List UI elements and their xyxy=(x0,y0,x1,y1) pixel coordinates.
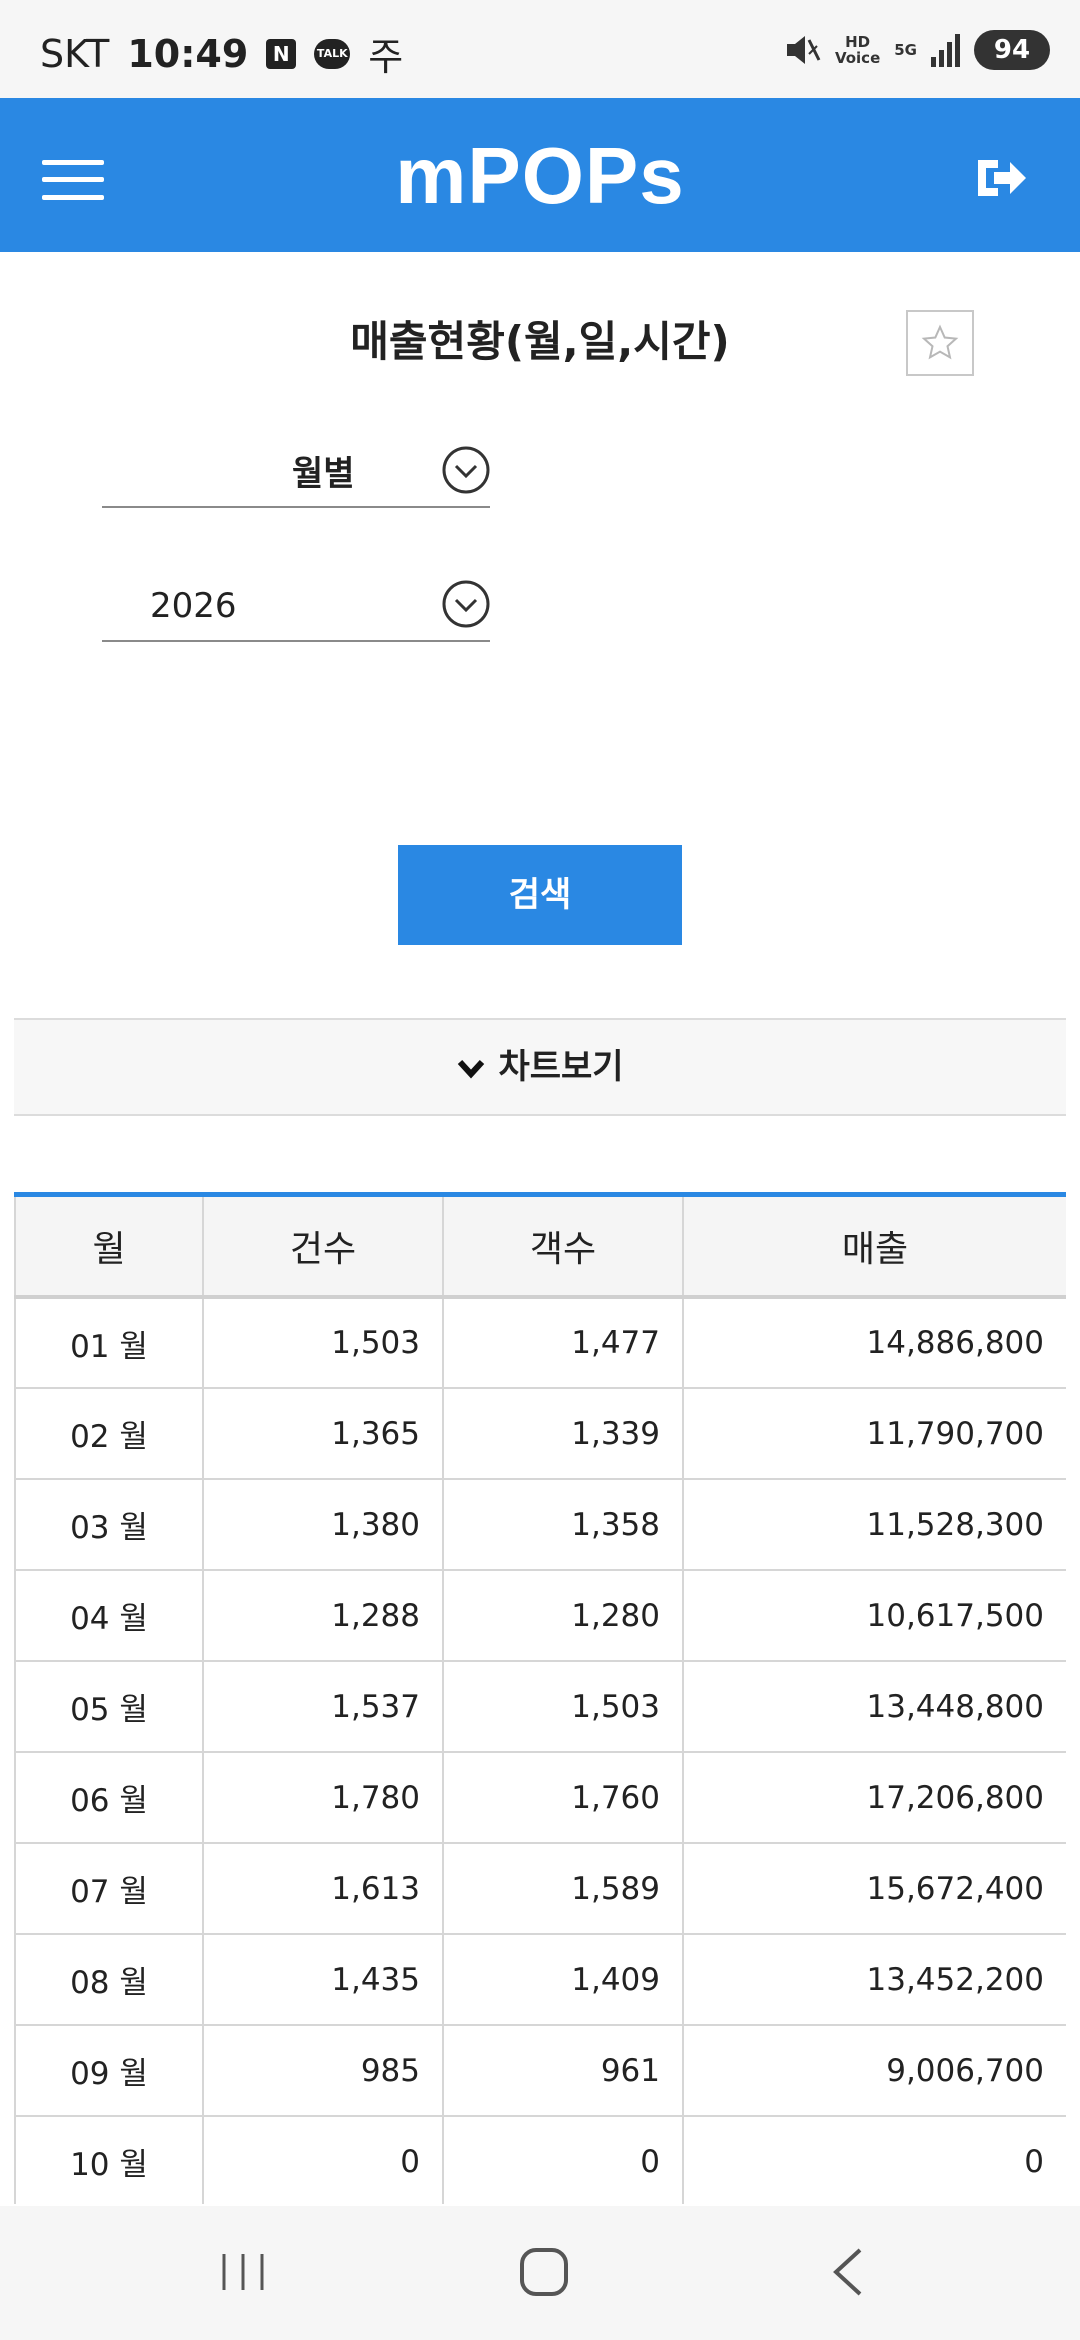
column-header: 객수 xyxy=(442,1197,684,1299)
status-bar: SKT 10:49 N TALK 주 HD Voice 5G 94 xyxy=(0,0,1080,98)
app-header: mPOPs xyxy=(0,98,1080,252)
customer-cell: 0 xyxy=(442,2116,684,2204)
chart-toggle-button[interactable]: 차트보기 xyxy=(14,1018,1066,1116)
recent-apps-icon[interactable] xyxy=(216,2242,270,2302)
table-row: 05 월 1,537 1,503 13,448,800 xyxy=(14,1661,1066,1753)
table-row: 09 월 985 961 9,006,700 xyxy=(14,2025,1066,2117)
chart-toggle-label: 차트보기 xyxy=(498,1047,624,1087)
month-cell: 04 월 xyxy=(14,1570,204,1662)
sales-cell: 11,528,300 xyxy=(682,1479,1066,1571)
column-header: 건수 xyxy=(202,1197,444,1299)
customer-cell: 1,280 xyxy=(442,1570,684,1662)
table-header-row: 월 건수 객수 매출 xyxy=(14,1197,1066,1299)
customer-cell: 961 xyxy=(442,2025,684,2117)
month-cell: 08 월 xyxy=(14,1934,204,2026)
star-icon xyxy=(921,324,959,360)
month-cell: 02 월 xyxy=(14,1388,204,1480)
app-title: mPOPs xyxy=(395,131,685,220)
logout-icon[interactable] xyxy=(972,154,1028,202)
sales-table: 월 건수 객수 매출 01 월 1,503 1,477 14,886,800 02 월1… xyxy=(14,1192,1066,2204)
column-header: 매출 xyxy=(682,1197,1066,1299)
table-row: 04 월 1,288 1,280 10,617,500 xyxy=(14,1570,1066,1662)
month-cell: 06 월 xyxy=(14,1752,204,1844)
sales-cell: 10,617,500 xyxy=(682,1570,1066,1662)
table-body: 01 월 1,503 1,477 14,886,800 02 월 1,365 1,339 11… xyxy=(14,1297,1066,2204)
search-button[interactable]: 검색 xyxy=(398,845,682,945)
sales-cell: 15,672,400 xyxy=(682,1843,1066,1935)
month-cell: 03 월 xyxy=(14,1479,204,1571)
month-cell: 05 월 xyxy=(14,1661,204,1753)
count-cell: 1,503 xyxy=(202,1297,444,1389)
count-cell: 1,537 xyxy=(202,1661,444,1753)
kakaotalk-notification-icon: TALK xyxy=(314,38,351,69)
sales-cell: 0 xyxy=(682,2116,1066,2204)
sales-cell: 13,452,200 xyxy=(682,1934,1066,2026)
count-cell: 1,380 xyxy=(202,1479,444,1571)
chevron-down-icon xyxy=(442,446,490,494)
hd-voice-label: HD Voice xyxy=(834,33,881,67)
customer-cell: 1,760 xyxy=(442,1752,684,1844)
year-select-value: 2026 xyxy=(150,586,237,626)
count-cell: 0 xyxy=(202,2116,444,2204)
customer-cell: 1,589 xyxy=(442,1843,684,1935)
table-row: 10 월000 xyxy=(14,2116,1066,2204)
table-row: 02 월 1,365 1,339 11,790,700 xyxy=(14,1388,1066,1480)
month-cell: 10 월 xyxy=(14,2116,204,2204)
table-row: 01 월 1,503 1,477 14,886,800 xyxy=(14,1297,1066,1389)
customer-cell: 1,339 xyxy=(442,1388,684,1480)
hd-voice-icon: HD Voice xyxy=(835,34,880,66)
5g-icon: 5G xyxy=(894,41,917,59)
chevron-down-icon xyxy=(458,1059,485,1078)
sales-table-grid: 월 건수 객수 매출 01 월 1,503 1,477 14,886,800 02 월1… xyxy=(14,1197,1066,2204)
stock-notification-label: 주 xyxy=(368,35,404,79)
month-cell: 07 월 xyxy=(14,1843,204,1935)
count-cell: 1,780 xyxy=(202,1752,444,1844)
customer-cell: 1,477 xyxy=(442,1297,684,1389)
count-cell: 1,288 xyxy=(202,1570,444,1662)
table-row: 08 월 1,435 1,409 13,452,200 xyxy=(14,1934,1066,2026)
back-icon[interactable] xyxy=(826,2242,870,2302)
battery-icon: 94 xyxy=(974,30,1050,70)
customer-cell: 1,358 xyxy=(442,1479,684,1571)
battery-level: 94 xyxy=(993,35,1031,65)
sales-cell: 9,006,700 xyxy=(682,2025,1066,2117)
year-select[interactable]: 2026 xyxy=(102,572,490,642)
month-cell: 01 월 xyxy=(14,1297,204,1389)
customer-cell: 1,409 xyxy=(442,1934,684,2026)
favorite-button[interactable] xyxy=(906,310,974,376)
sales-cell: 17,206,800 xyxy=(682,1752,1066,1844)
count-cell: 985 xyxy=(202,2025,444,2117)
sales-cell: 11,790,700 xyxy=(682,1388,1066,1480)
status-left: SKT 10:49 N TALK 주 xyxy=(40,26,403,81)
month-cell: 09 월 xyxy=(14,2025,204,2117)
column-header: 월 xyxy=(14,1197,204,1299)
sales-cell: 14,886,800 xyxy=(682,1297,1066,1389)
chevron-down-icon xyxy=(442,580,490,628)
period-select[interactable]: 월별 xyxy=(102,438,490,508)
carrier-label: SKT xyxy=(40,31,110,76)
sales-cell: 13,448,800 xyxy=(682,1661,1066,1753)
table-row: 06 월 1,780 1,760 17,206,800 xyxy=(14,1752,1066,1844)
period-select-value: 월별 xyxy=(292,454,355,494)
count-cell: 1,365 xyxy=(202,1388,444,1480)
table-row: 03 월 1,380 1,358 11,528,300 xyxy=(14,1479,1066,1571)
signal-icon xyxy=(931,33,960,67)
mute-icon xyxy=(786,36,821,64)
clock: 10:49 xyxy=(127,31,249,76)
count-cell: 1,613 xyxy=(202,1843,444,1935)
naver-notification-icon: N xyxy=(266,38,297,69)
table-row: 07 월 1,613 1,589 15,672,400 xyxy=(14,1843,1066,1935)
navigation-bar xyxy=(0,2206,1080,2340)
customer-cell: 1,503 xyxy=(442,1661,684,1753)
status-right: HD Voice 5G 94 xyxy=(783,30,1050,70)
home-icon[interactable] xyxy=(516,2242,572,2302)
count-cell: 1,435 xyxy=(202,1934,444,2026)
